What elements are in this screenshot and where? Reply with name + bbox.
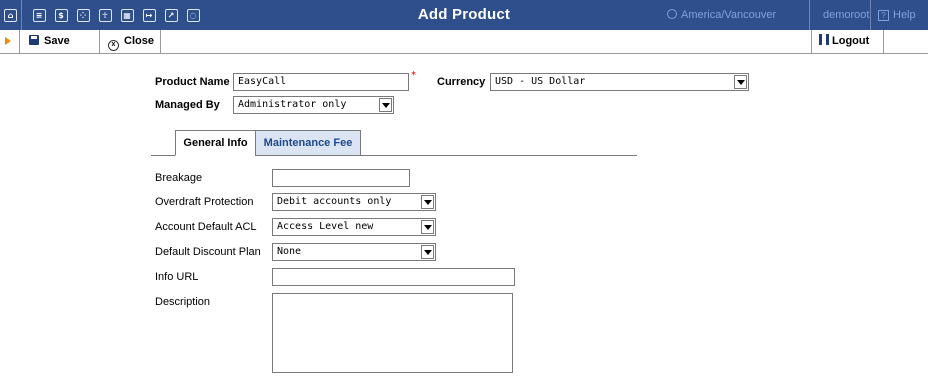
toolbar-divider	[811, 30, 812, 53]
top-bar: ⌂ ≡ $ ⁘ ☥ ▦ ↦ ↗ ◌ Add Product America/Va…	[0, 0, 928, 30]
managed-by-select[interactable]: Administrator only	[233, 96, 394, 114]
topbar-divider	[870, 0, 871, 30]
currency-value: USD - US Dollar	[495, 76, 586, 87]
save-button[interactable]: Save	[29, 30, 70, 53]
managed-by-value: Administrator only	[238, 99, 347, 110]
default-discount-plan-value: None	[277, 246, 302, 257]
help-label: Help	[893, 9, 916, 21]
chevron-down-icon[interactable]	[734, 75, 747, 89]
toolbar-divider	[19, 30, 20, 53]
close-icon: x	[108, 40, 119, 51]
close-button[interactable]: x Close	[108, 30, 154, 53]
managed-by-label: Managed By	[155, 99, 220, 111]
topbar-divider	[809, 0, 810, 30]
breakage-label: Breakage	[155, 172, 203, 184]
required-marker: *	[411, 70, 416, 81]
overdraft-protection-select[interactable]: Debit accounts only	[272, 193, 436, 211]
description-label: Description	[155, 296, 211, 308]
transfer-icon[interactable]: ↦	[138, 0, 160, 30]
table-icon[interactable]: ▦	[116, 0, 138, 30]
tab-general-info[interactable]: General Info	[175, 130, 256, 156]
toolbar-divider	[883, 30, 884, 53]
description-textarea[interactable]	[272, 293, 513, 373]
currency-label: Currency	[437, 76, 486, 88]
help-link[interactable]: ? Help	[878, 0, 916, 30]
list-icon[interactable]: ≡	[28, 0, 50, 30]
logout-label: Logout	[832, 35, 870, 47]
clock-icon	[667, 9, 677, 19]
info-url-input[interactable]	[272, 268, 515, 286]
person-glyph: ☥	[98, 8, 112, 22]
dollar-icon[interactable]: $	[50, 0, 72, 30]
play-arrow-icon	[5, 37, 11, 45]
help-icon: ?	[878, 10, 889, 21]
account-default-acl-value: Access Level new	[277, 221, 374, 232]
product-name-input[interactable]: EasyCall	[233, 73, 409, 91]
toolbar-divider	[99, 30, 100, 53]
home-glyph: ⌂	[4, 8, 17, 22]
account-default-acl-label: Account Default ACL	[155, 221, 257, 233]
magnifier-icon[interactable]: ◌	[182, 0, 204, 30]
default-discount-plan-label: Default Discount Plan	[155, 246, 261, 258]
overdraft-protection-value: Debit accounts only	[277, 196, 392, 207]
chevron-down-icon[interactable]	[421, 220, 434, 234]
chart-icon[interactable]: ↗	[160, 0, 182, 30]
floppy-disk-icon	[29, 35, 39, 45]
nav-icon-bar: ⌂ ≡ $ ⁘ ☥ ▦ ↦ ↗ ◌	[0, 0, 204, 30]
default-discount-plan-select[interactable]: None	[272, 243, 436, 261]
transfer-glyph: ↦	[142, 8, 156, 22]
chart-glyph: ↗	[164, 8, 178, 22]
logout-button[interactable]: Logout	[819, 30, 869, 53]
grid-glyph: ⁘	[76, 8, 90, 22]
dollar-glyph: $	[54, 8, 68, 22]
breakage-input[interactable]	[272, 169, 410, 187]
user-link[interactable]: demoroot	[823, 0, 869, 30]
product-name-label: Product Name	[155, 76, 230, 88]
person-icon[interactable]: ☥	[94, 0, 116, 30]
save-label: Save	[44, 35, 70, 47]
logout-icon	[819, 34, 829, 45]
list-glyph: ≡	[32, 8, 46, 22]
timezone-label: America/Vancouver	[681, 9, 777, 21]
chevron-down-icon[interactable]	[379, 98, 392, 112]
toolbar-divider	[160, 30, 161, 53]
home-icon[interactable]: ⌂	[0, 0, 22, 30]
close-label: Close	[124, 35, 154, 47]
chevron-down-icon[interactable]	[421, 245, 434, 259]
chevron-down-icon[interactable]	[421, 195, 434, 209]
table-glyph: ▦	[120, 8, 134, 22]
grid-icon[interactable]: ⁘	[72, 0, 94, 30]
overdraft-protection-label: Overdraft Protection	[155, 196, 254, 208]
info-url-label: Info URL	[155, 271, 199, 283]
tab-maintenance-fee[interactable]: Maintenance Fee	[255, 130, 361, 156]
toolbar: Save x Close Logout	[0, 30, 928, 54]
currency-select[interactable]: USD - US Dollar	[490, 73, 749, 91]
timezone-link[interactable]: America/Vancouver	[667, 0, 776, 30]
account-default-acl-select[interactable]: Access Level new	[272, 218, 436, 236]
magnifier-glyph: ◌	[186, 8, 200, 22]
